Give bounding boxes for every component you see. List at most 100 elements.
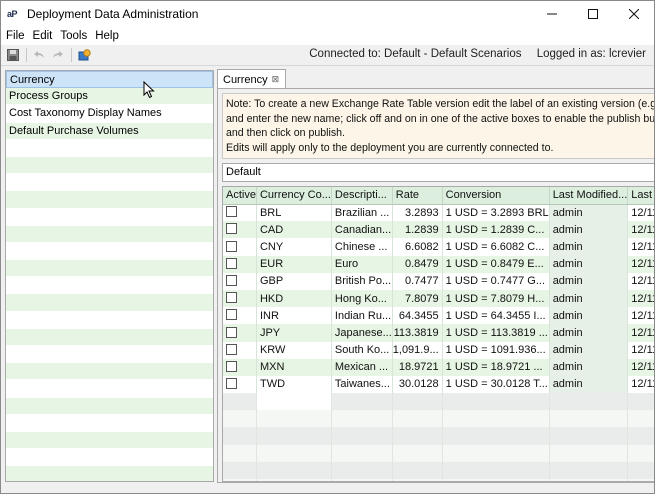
last-modified-on-cell[interactable]: 12/11/17 2:0	[627, 272, 654, 290]
last-modified-on-cell[interactable]: 12/11/17 2:0	[627, 341, 654, 359]
column-header-last-modified-by[interactable]: Last Modified...	[549, 187, 629, 205]
close-button[interactable]	[613, 1, 654, 27]
active-checkbox-cell[interactable]	[223, 221, 257, 239]
active-checkbox[interactable]	[226, 240, 237, 252]
table-row[interactable]: JPY Japanese... 113.3819 1 USD = 113.3819 .…	[223, 324, 654, 342]
rate-cell[interactable]: 7.8079	[392, 289, 443, 308]
active-checkbox[interactable]	[226, 292, 237, 304]
description-cell[interactable]: Mexican ...	[331, 358, 393, 376]
description-cell[interactable]: South Ko...	[331, 341, 393, 359]
last-modified-on-cell[interactable]: 12/11/17 2:0	[627, 289, 654, 308]
last-modified-by-cell[interactable]: admin	[549, 221, 629, 239]
active-checkbox-cell[interactable]	[223, 255, 257, 273]
last-modified-on-cell[interactable]: 12/11/17 2:0	[627, 324, 654, 342]
table-row[interactable]: CAD Canadian... 1.2839 1 USD = 1.2839 C... a…	[223, 221, 654, 239]
column-header-currency-code[interactable]: Currency Co...	[256, 187, 332, 205]
conversion-cell[interactable]: 1 USD = 7.8079 H...	[442, 289, 550, 308]
conversion-cell[interactable]: 1 USD = 1.2839 C...	[442, 221, 550, 239]
active-checkbox[interactable]	[226, 343, 237, 355]
last-modified-by-cell[interactable]: admin	[549, 324, 629, 342]
active-checkbox-cell[interactable]	[223, 358, 257, 376]
description-cell[interactable]: Taiwanes...	[331, 375, 393, 394]
conversion-cell[interactable]: 1 USD = 113.3819 ...	[442, 324, 550, 342]
column-header-conversion[interactable]: Conversion	[442, 187, 550, 205]
last-modified-by-cell[interactable]: admin	[549, 375, 629, 394]
column-header-description[interactable]: Descripti...	[331, 187, 393, 205]
table-row[interactable]: CNY Chinese ... 6.6082 1 USD = 6.6082 C... a…	[223, 238, 654, 256]
currency-code-cell[interactable]: KRW	[256, 341, 332, 359]
active-checkbox-cell[interactable]	[223, 375, 257, 394]
currency-code-cell[interactable]: MXN	[256, 358, 332, 376]
currency-code-cell[interactable]: HKD	[256, 289, 332, 308]
table-row[interactable]: INR Indian Ru... 64.3455 1 USD = 64.3455 I.…	[223, 307, 654, 325]
list-item-process-groups[interactable]: Process Groups	[6, 88, 213, 106]
table-row[interactable]: TWD Taiwanes... 30.0128 1 USD = 30.0128 T..…	[223, 375, 654, 394]
table-row[interactable]: HKD Hong Ko... 7.8079 1 USD = 7.8079 H... ad…	[223, 289, 654, 308]
active-checkbox-cell[interactable]	[223, 272, 257, 290]
list-item-cost-taxonomy[interactable]: Cost Taxonomy Display Names	[6, 105, 213, 123]
table-row[interactable]: KRW South Ko... 1,091.9... 1 USD = 1091.936…	[223, 341, 654, 359]
table-row[interactable]: BRL Brazilian ... 3.2893 1 USD = 3.2893 BRL…	[223, 204, 654, 222]
active-checkbox-cell[interactable]	[223, 204, 257, 222]
rate-cell[interactable]: 0.7477	[392, 272, 443, 290]
active-checkbox[interactable]	[226, 274, 237, 286]
rate-cell[interactable]: 1,091.9...	[392, 341, 443, 359]
active-checkbox[interactable]	[226, 309, 237, 321]
description-cell[interactable]: Chinese ...	[331, 238, 393, 256]
rate-cell[interactable]: 0.8479	[392, 255, 443, 273]
conversion-cell[interactable]: 1 USD = 3.2893 BRL	[442, 204, 550, 222]
active-checkbox[interactable]	[226, 257, 237, 269]
description-cell[interactable]: Indian Ru...	[331, 307, 393, 325]
last-modified-on-cell[interactable]: 12/11/17 2:0	[627, 221, 654, 239]
currency-code-cell[interactable]: BRL	[256, 204, 332, 222]
conversion-cell[interactable]: 1 USD = 1091.936...	[442, 341, 550, 359]
description-cell[interactable]: British Po...	[331, 272, 393, 290]
maximize-button[interactable]	[572, 1, 613, 27]
last-modified-by-cell[interactable]: admin	[549, 341, 629, 359]
rate-cell[interactable]: 64.3455	[392, 307, 443, 325]
minimize-button[interactable]	[531, 1, 572, 27]
table-row[interactable]: MXN Mexican ... 18.9721 1 USD = 18.9721 ...…	[223, 358, 654, 376]
table-row[interactable]: EUR Euro 0.8479 1 USD = 0.8479 E... admin 12/…	[223, 255, 654, 273]
rate-cell[interactable]: 1.2839	[392, 221, 443, 239]
undo-icon[interactable]	[32, 48, 46, 62]
currency-code-cell[interactable]: CNY	[256, 238, 332, 256]
last-modified-on-cell[interactable]: 12/11/17 2:0	[627, 238, 654, 256]
last-modified-on-cell[interactable]: 12/11/17 2:0	[627, 358, 654, 376]
save-icon[interactable]	[6, 48, 20, 62]
list-item-default-purchase-volumes[interactable]: Default Purchase Volumes	[6, 122, 213, 140]
currency-code-cell[interactable]: GBP	[256, 272, 332, 290]
redo-icon[interactable]	[51, 48, 65, 62]
active-checkbox[interactable]	[226, 206, 237, 218]
publish-icon[interactable]	[77, 48, 91, 62]
conversion-cell[interactable]: 1 USD = 0.7477 G...	[442, 272, 550, 290]
last-modified-by-cell[interactable]: admin	[549, 307, 629, 325]
active-checkbox-cell[interactable]	[223, 341, 257, 359]
menu-help[interactable]: Help	[91, 30, 123, 42]
active-checkbox[interactable]	[226, 223, 237, 235]
active-checkbox[interactable]	[226, 326, 237, 338]
column-header-last-modified-on[interactable]: Last Modifie	[627, 187, 654, 205]
conversion-cell[interactable]: 1 USD = 30.0128 T...	[442, 375, 550, 394]
description-cell[interactable]: Canadian...	[331, 221, 393, 239]
active-checkbox-cell[interactable]	[223, 289, 257, 308]
active-checkbox[interactable]	[226, 378, 237, 390]
currency-code-cell[interactable]: JPY	[256, 324, 332, 342]
version-selector[interactable]: Default	[222, 163, 654, 182]
tab-currency[interactable]: Currency ⊠	[217, 69, 287, 89]
last-modified-on-cell[interactable]: 12/11/17 2:0	[627, 255, 654, 273]
menu-edit[interactable]: Edit	[29, 30, 57, 42]
conversion-cell[interactable]: 1 USD = 6.6082 C...	[442, 238, 550, 256]
rate-cell[interactable]: 6.6082	[392, 238, 443, 256]
rate-cell[interactable]: 18.9721	[392, 358, 443, 376]
description-cell[interactable]: Hong Ko...	[331, 289, 393, 308]
list-item-currency[interactable]: Currency	[6, 71, 213, 89]
last-modified-by-cell[interactable]: admin	[549, 204, 629, 222]
description-cell[interactable]: Euro	[331, 255, 393, 273]
active-checkbox-cell[interactable]	[223, 307, 257, 325]
currency-code-cell[interactable]: TWD	[256, 375, 332, 394]
conversion-cell[interactable]: 1 USD = 64.3455 I...	[442, 307, 550, 325]
active-checkbox-cell[interactable]	[223, 324, 257, 342]
last-modified-by-cell[interactable]: admin	[549, 289, 629, 308]
rate-cell[interactable]: 30.0128	[392, 375, 443, 394]
